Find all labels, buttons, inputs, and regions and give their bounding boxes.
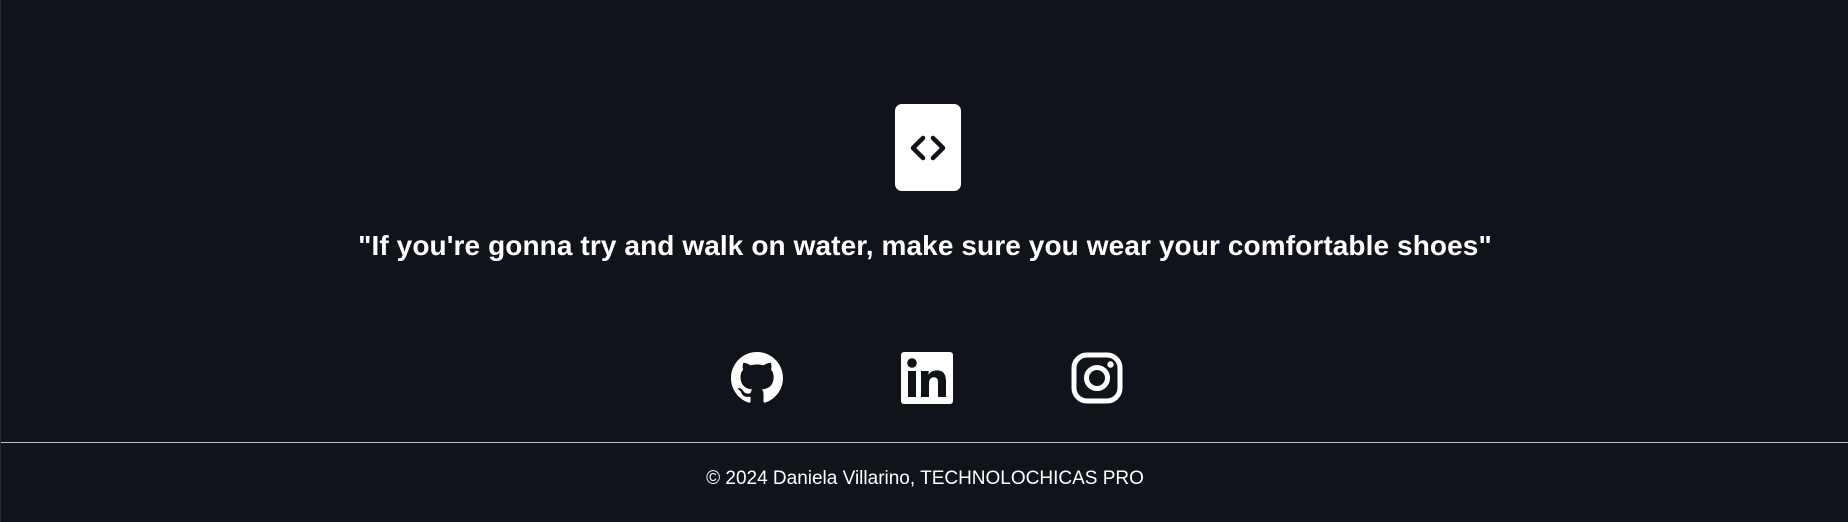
instagram-icon [1071, 352, 1123, 404]
copyright-text: © 2024 Daniela Villarino, TECHNOLOCHICAS… [706, 468, 1144, 489]
code-brackets-icon [910, 135, 946, 160]
linkedin-icon [901, 352, 953, 404]
logo[interactable] [895, 104, 961, 191]
footer-divider [1, 442, 1848, 443]
footer-section: "If you're gonna try and walk on water, … [0, 0, 1848, 522]
social-links [1, 352, 1848, 404]
linkedin-link[interactable] [901, 352, 953, 404]
quote-text: "If you're gonna try and walk on water, … [358, 230, 1492, 261]
github-icon [731, 352, 783, 403]
github-link[interactable] [731, 352, 783, 404]
instagram-link[interactable] [1071, 352, 1123, 404]
